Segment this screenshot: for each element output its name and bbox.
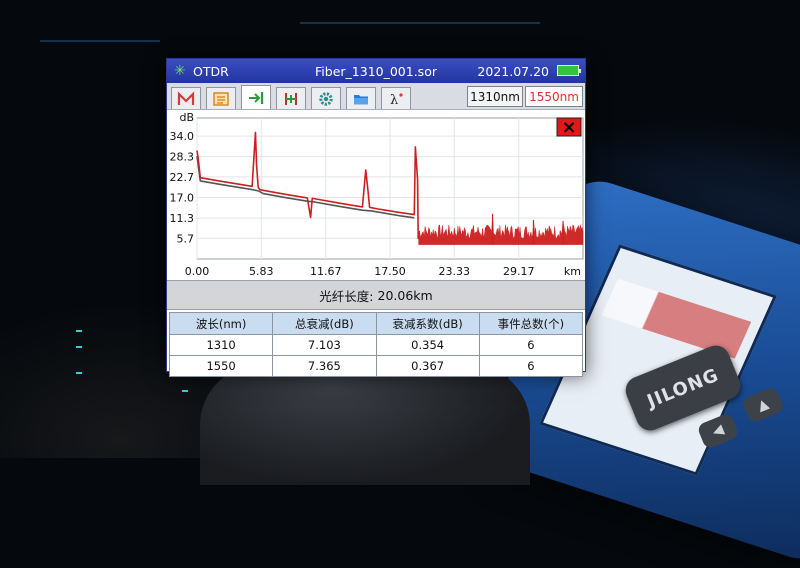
device-screen-trace [601, 278, 752, 359]
cell-total-loss: 7.103 [272, 334, 377, 356]
otdr-trace-svg: 34.0 28.3 22.7 17.0 11.3 5.7 dB 0.00 5.83 11.67 17… [170, 111, 584, 278]
cell-wavelength: 1310 [168, 334, 274, 356]
sun-star-icon: ✳ [174, 63, 186, 79]
y-tick-label: 28.3 [170, 151, 195, 164]
table-row[interactable]: 1550 7.365 0.367 6 [168, 355, 584, 377]
toolbar: λ 1310nm 1550nm [167, 83, 585, 110]
fiber-length-summary: 光纤长度: 20.06km [167, 280, 585, 310]
x-tick-label: 0.00 [185, 265, 210, 278]
background-line [40, 40, 160, 42]
file-name: Fiber_1310_001.sor [315, 63, 437, 79]
y-tick-label: 17.0 [170, 192, 195, 205]
otdr-trace-chart: 34.0 28.3 22.7 17.0 11.3 5.7 dB 0.00 5.83 11.67 17… [167, 110, 585, 280]
fiber-length-value: 20.06km [377, 287, 433, 303]
tool-event-list-button[interactable] [206, 87, 236, 109]
cursor-bars-icon [285, 92, 297, 105]
x-tick-label: 5.83 [249, 265, 274, 278]
tool-cursor-bars-button[interactable] [276, 87, 306, 109]
app-title: OTDR [193, 63, 229, 79]
cell-total-loss: 7.365 [272, 355, 377, 377]
background-dot [76, 372, 82, 374]
lambda-icon: λ [390, 93, 403, 107]
header-event-count: 事件总数(个) [478, 312, 584, 335]
cell-event-count: 6 [478, 355, 584, 377]
date-display: 2021.07.20 [477, 63, 549, 79]
tool-arrow-bar-button[interactable] [241, 85, 271, 109]
tool-settings-button[interactable] [311, 87, 341, 109]
y-tick-label: 11.3 [170, 212, 195, 225]
cell-event-count: 6 [478, 334, 584, 356]
cell-wavelength: 1550 [168, 355, 274, 377]
x-tick-label: 11.67 [310, 265, 342, 278]
table-header-row: 波长(nm) 总衰减(dB) 衰减系数(dB) 事件总数(个) [168, 312, 584, 335]
header-total-loss: 总衰减(dB) [272, 312, 377, 335]
fiber-length-label: 光纤长度: [319, 288, 374, 304]
background-dark-shape [200, 365, 530, 485]
cell-attenuation: 0.354 [375, 334, 480, 356]
y-axis-label: dB [179, 111, 194, 124]
header-wavelength: 波长(nm) [168, 312, 274, 335]
x-tick-label: 23.33 [439, 265, 471, 278]
x-tick-label: 29.17 [503, 265, 535, 278]
background-dot [76, 346, 82, 348]
background-dot [76, 330, 82, 332]
otdr-window: ✳ OTDR Fiber_1310_001.sor 2021.07.20 λ 1… [166, 58, 586, 377]
background-dot [182, 390, 188, 392]
settings-gear-icon [319, 91, 333, 106]
battery-icon [557, 65, 581, 76]
x-axis-label: km [564, 265, 581, 278]
y-tick-label: 22.7 [170, 171, 195, 184]
tool-folder-button[interactable] [346, 87, 376, 109]
tool-lambda-button[interactable]: λ [381, 87, 411, 109]
arrow-bar-icon [249, 91, 264, 104]
header-attenuation: 衰减系数(dB) [375, 312, 480, 335]
svg-text:λ: λ [390, 93, 398, 107]
background-line [300, 22, 540, 24]
marker-m-icon [177, 90, 195, 105]
event-list-icon [213, 91, 229, 106]
folder-icon [354, 94, 368, 104]
y-tick-label: 5.7 [177, 232, 195, 245]
x-tick-label: 17.50 [374, 265, 406, 278]
close-icon: × [561, 117, 576, 138]
wavelength-1310-button[interactable]: 1310nm [467, 86, 523, 107]
wavelength-1550-button[interactable]: 1550nm [525, 86, 583, 107]
results-table: 波长(nm) 总衰减(dB) 衰减系数(dB) 事件总数(个) 1310 7.1… [168, 312, 584, 377]
y-tick-label: 34.0 [170, 130, 195, 143]
table-row[interactable]: 1310 7.103 0.354 6 [168, 334, 584, 356]
tool-marker-button[interactable] [171, 87, 201, 109]
title-bar: ✳ OTDR Fiber_1310_001.sor 2021.07.20 [167, 59, 585, 83]
cell-attenuation: 0.367 [375, 355, 480, 377]
